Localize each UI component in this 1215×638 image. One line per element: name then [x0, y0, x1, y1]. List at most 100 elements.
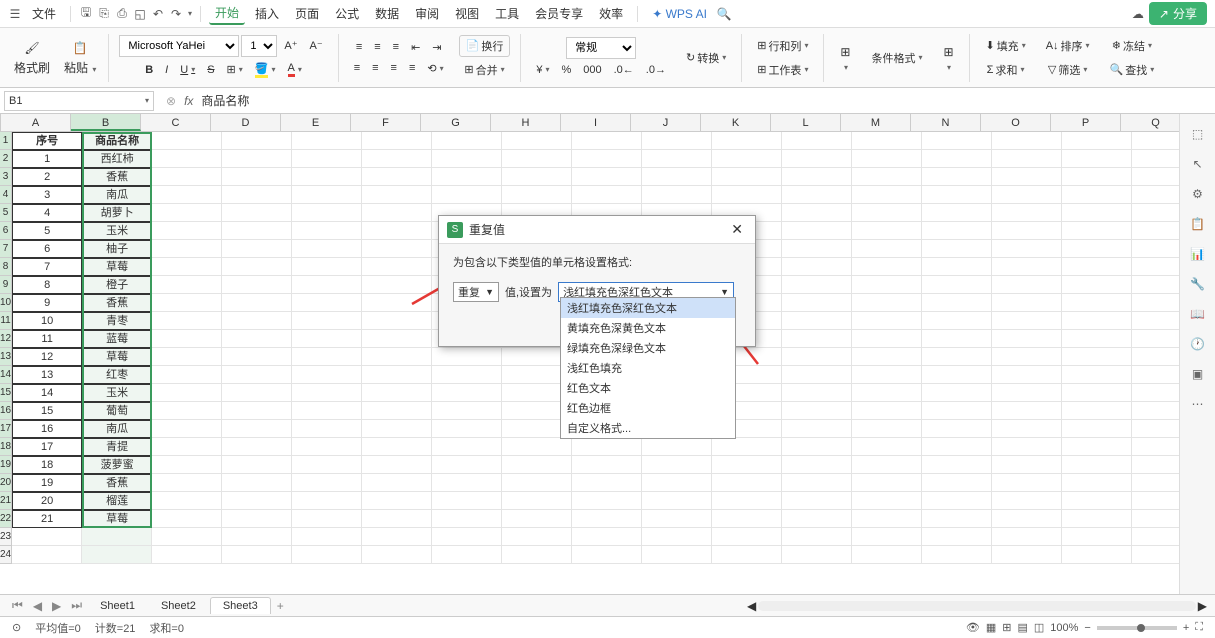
font-name-select[interactable]: Microsoft YaHei [119, 35, 239, 57]
cell[interactable] [922, 384, 992, 402]
cell[interactable] [432, 384, 502, 402]
cell[interactable] [1062, 150, 1132, 168]
cell[interactable]: 1 [12, 150, 82, 168]
cell[interactable] [152, 240, 222, 258]
cell[interactable] [782, 240, 852, 258]
italic-button[interactable]: I [160, 61, 173, 79]
cell[interactable] [852, 240, 922, 258]
cell[interactable] [992, 312, 1062, 330]
strike-button[interactable]: S [202, 61, 219, 79]
col-header-G[interactable]: G [421, 114, 491, 131]
cell[interactable] [292, 240, 362, 258]
row-header-2[interactable]: 2 [0, 150, 11, 168]
row-header-11[interactable]: 11 [0, 312, 11, 330]
cell[interactable] [782, 312, 852, 330]
cell[interactable] [782, 204, 852, 222]
cell[interactable] [1062, 546, 1132, 564]
cell[interactable] [992, 546, 1062, 564]
cell[interactable] [922, 222, 992, 240]
cell[interactable] [362, 330, 432, 348]
cell[interactable] [432, 456, 502, 474]
cell[interactable] [222, 186, 292, 204]
cell[interactable] [152, 348, 222, 366]
cell[interactable] [992, 510, 1062, 528]
font-color-button[interactable]: A▾ [283, 59, 307, 80]
cell[interactable] [432, 348, 502, 366]
cell[interactable]: 6 [12, 240, 82, 258]
cell[interactable] [1062, 402, 1132, 420]
find-button[interactable]: 🔍 查找▾ [1105, 59, 1160, 81]
cell[interactable] [152, 312, 222, 330]
row-header-7[interactable]: 7 [0, 240, 11, 258]
tab-view[interactable]: 视图 [449, 3, 485, 24]
cell[interactable] [1132, 510, 1179, 528]
cell[interactable] [922, 402, 992, 420]
print-icon[interactable]: ⎙ [115, 7, 129, 21]
cell[interactable] [782, 438, 852, 456]
cell[interactable]: 16 [12, 420, 82, 438]
cell[interactable] [292, 420, 362, 438]
cell[interactable]: 序号 [12, 132, 82, 150]
cell[interactable] [572, 492, 642, 510]
cell[interactable] [1132, 420, 1179, 438]
cell[interactable] [922, 420, 992, 438]
cell[interactable] [712, 546, 782, 564]
cell-styles-button[interactable]: ⊞▾ [933, 41, 963, 74]
cell[interactable]: 7 [12, 258, 82, 276]
cell[interactable] [712, 492, 782, 510]
cell[interactable] [222, 384, 292, 402]
row-header-17[interactable]: 17 [0, 420, 11, 438]
cell[interactable] [362, 474, 432, 492]
cell[interactable] [572, 528, 642, 546]
cell[interactable] [362, 510, 432, 528]
cell[interactable] [432, 420, 502, 438]
cell[interactable]: 19 [12, 474, 82, 492]
cell[interactable] [362, 150, 432, 168]
tab-start[interactable]: 开始 [209, 2, 245, 25]
cell[interactable] [992, 276, 1062, 294]
cell[interactable] [1062, 492, 1132, 510]
col-header-I[interactable]: I [561, 114, 631, 131]
cell[interactable] [782, 366, 852, 384]
cell[interactable] [1132, 438, 1179, 456]
tab-tools[interactable]: 工具 [489, 3, 525, 24]
cell[interactable]: 14 [12, 384, 82, 402]
font-size-select[interactable]: 10 [241, 35, 277, 57]
tab-efficiency[interactable]: 效率 [593, 3, 629, 24]
row-header-14[interactable]: 14 [0, 366, 11, 384]
cell[interactable] [152, 492, 222, 510]
cell[interactable] [222, 420, 292, 438]
cell[interactable] [782, 132, 852, 150]
cell[interactable] [222, 528, 292, 546]
cell[interactable] [432, 438, 502, 456]
cell[interactable] [362, 312, 432, 330]
cell[interactable] [992, 330, 1062, 348]
cell[interactable] [1132, 348, 1179, 366]
cell[interactable]: 香蕉 [82, 168, 152, 186]
cell[interactable] [1132, 240, 1179, 258]
cell[interactable] [362, 456, 432, 474]
cell[interactable] [432, 168, 502, 186]
cell[interactable] [292, 222, 362, 240]
cell[interactable] [1062, 186, 1132, 204]
cell[interactable] [152, 132, 222, 150]
cell[interactable] [572, 510, 642, 528]
cell[interactable]: 12 [12, 348, 82, 366]
cell[interactable] [292, 474, 362, 492]
cell[interactable] [852, 222, 922, 240]
cond-format-button[interactable]: 条件格式▾ [866, 47, 927, 69]
cell[interactable] [362, 348, 432, 366]
cell[interactable] [782, 402, 852, 420]
cell[interactable] [852, 186, 922, 204]
cell[interactable] [782, 510, 852, 528]
paste-button[interactable]: 📋粘贴 ▾ [58, 37, 102, 78]
cell[interactable] [922, 528, 992, 546]
cell[interactable] [1132, 384, 1179, 402]
col-header-F[interactable]: F [351, 114, 421, 131]
cell[interactable] [292, 204, 362, 222]
align-bot-button[interactable]: ≡ [388, 38, 404, 56]
view-grid-icon[interactable]: ⊞ [1002, 621, 1011, 634]
tab-nav-prev[interactable]: ◀ [29, 599, 46, 613]
cell[interactable] [922, 348, 992, 366]
comma-button[interactable]: 000 [578, 61, 606, 79]
